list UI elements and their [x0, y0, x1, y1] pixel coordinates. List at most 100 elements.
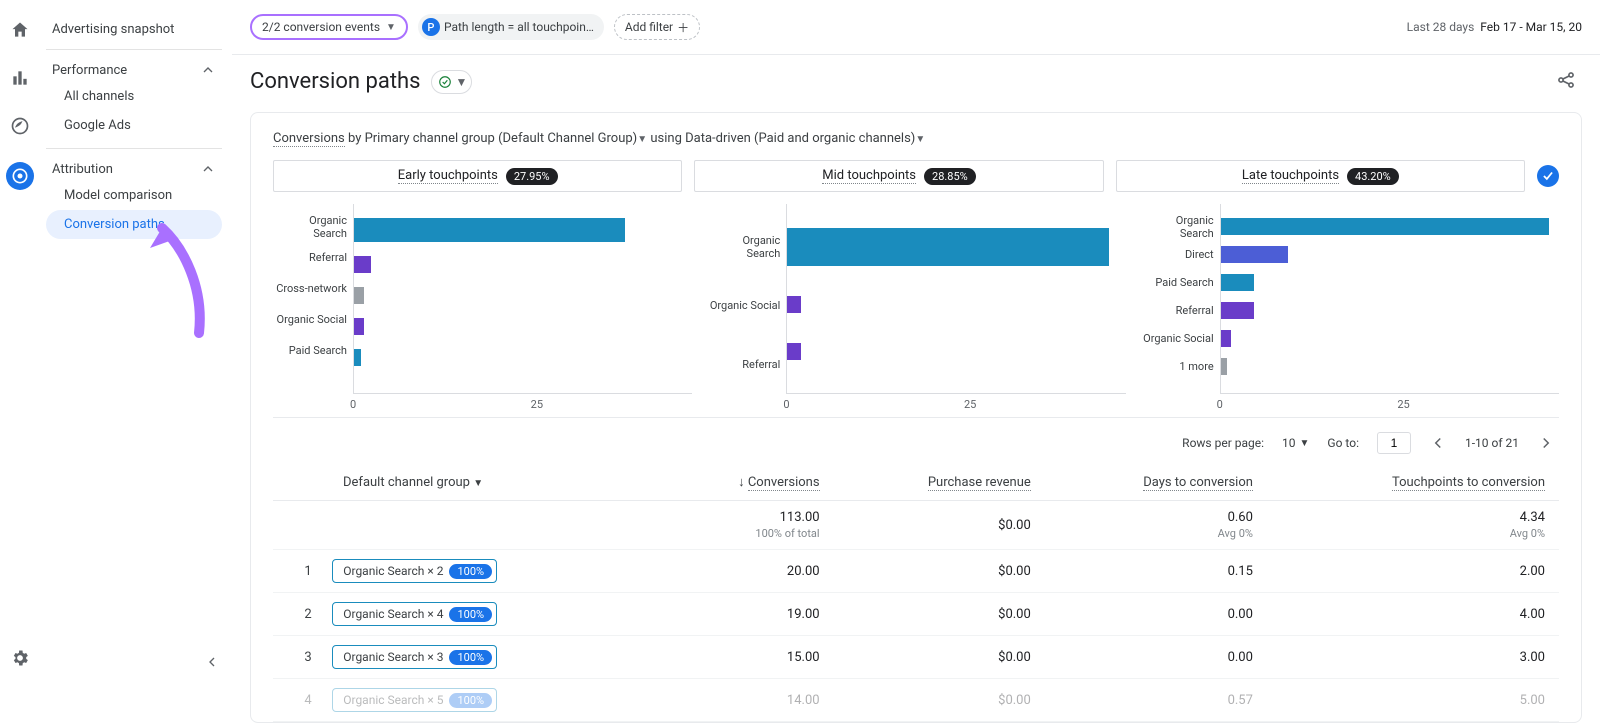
chart-bar [787, 296, 801, 313]
chart-label: Organic Search [1140, 218, 1220, 235]
chart-label: Organic Search [706, 238, 786, 255]
advertising-icon[interactable] [6, 162, 34, 190]
touchpoints-confirm-icon[interactable] [1537, 165, 1559, 187]
conversions-metric[interactable]: Conversions [273, 131, 345, 147]
chart-bar [354, 349, 361, 366]
sidebar-item-all-channels[interactable]: All channels [46, 82, 222, 111]
chart-label: Paid Search [1140, 274, 1220, 291]
mid-touchpoints-tile[interactable]: Mid touchpoints28.85% [694, 160, 1103, 192]
table-row[interactable]: 3 Organic Search × 3100% 15.00$0.000.003… [273, 636, 1559, 679]
chart-bar [1221, 246, 1289, 263]
bar-chart-icon[interactable] [8, 66, 32, 90]
chart-bar [787, 343, 801, 360]
chart-label: Organic Social [273, 311, 353, 328]
sort-arrow-icon: ↓ [738, 475, 745, 490]
pager-row: Rows per page: 10▼ Go to: 1-10 of 21 [273, 417, 1559, 464]
chart-label: Referral [706, 356, 786, 373]
sidebar-item-model-comparison[interactable]: Model comparison [46, 181, 222, 210]
chart-bar [354, 318, 364, 335]
add-filter-button[interactable]: Add filter ＋ [614, 14, 700, 40]
chevron-down-icon: ▼ [1300, 438, 1310, 449]
chevron-up-icon [200, 161, 216, 177]
path-chip: Organic Search × 2100% [332, 559, 497, 583]
chevron-down-icon[interactable]: ▼ [915, 134, 925, 145]
chart-bar [354, 287, 364, 304]
table-row[interactable]: 1 Organic Search × 2100% 20.00$0.000.152… [273, 550, 1559, 593]
date-range[interactable]: Last 28 daysFeb 17 - Mar 15, 20 [1407, 20, 1582, 34]
chart-bar [1221, 274, 1255, 291]
sidebar-section-performance[interactable]: Performance [46, 58, 222, 82]
chart-label: 1 more [1140, 358, 1220, 375]
table-summary-row: 113.00100% of total $0.00 0.60Avg 0% 4.3… [273, 501, 1559, 550]
plus-icon: ＋ [677, 19, 689, 36]
page-title: Conversion paths [250, 69, 421, 94]
chart-bar [1221, 358, 1228, 375]
chart-bar [787, 228, 1108, 266]
chart-bar [354, 256, 371, 273]
next-page-button[interactable] [1537, 434, 1555, 452]
prev-page-button[interactable] [1429, 434, 1447, 452]
chevron-down-icon[interactable]: ▼ [637, 134, 647, 145]
col-touchpoints[interactable]: Touchpoints to conversion [1267, 464, 1559, 501]
chart-label: Cross-network [273, 280, 353, 297]
sidebar: Advertising snapshot Performance All cha… [40, 0, 232, 694]
early-touchpoints-tile[interactable]: Early touchpoints27.95% [273, 160, 682, 192]
chart-bar [1221, 218, 1549, 235]
sidebar-section-attribution[interactable]: Attribution [46, 157, 222, 181]
chart-mid: Organic Search Organic Social Referral 0… [706, 204, 1125, 411]
share-icon[interactable] [1556, 70, 1576, 94]
sidebar-item-advertising-snapshot[interactable]: Advertising snapshot [46, 18, 222, 41]
table-row[interactable]: 2 Organic Search × 4100% 19.00$0.000.004… [273, 593, 1559, 636]
path-length-filter[interactable]: P Path length = all touchpoin… [418, 14, 604, 40]
charts-row: Organic Search Referral Cross-network Or… [273, 204, 1559, 411]
path-chip: Organic Search × 5100% [332, 688, 497, 712]
collapse-sidebar-button[interactable] [204, 654, 220, 674]
sidebar-item-conversion-paths[interactable]: Conversion paths [46, 210, 222, 239]
col-revenue[interactable]: Purchase revenue [834, 464, 1045, 501]
status-pill[interactable]: ▼ [431, 70, 473, 94]
page-range: 1-10 of 21 [1465, 436, 1519, 450]
path-chip: Organic Search × 3100% [332, 645, 497, 669]
home-icon[interactable] [8, 18, 32, 42]
late-touchpoints-tile[interactable]: Late touchpoints43.20% [1116, 160, 1525, 192]
col-channel-group[interactable]: Default channel group ▼ [273, 464, 657, 501]
chart-label: Organic Social [706, 297, 786, 314]
chart-label: Referral [273, 249, 353, 266]
chevron-down-icon: ▼ [386, 22, 396, 33]
chevron-down-icon: ▼ [473, 478, 483, 489]
check-circle-icon [438, 75, 452, 89]
content-card: Conversions by Primary channel group (De… [250, 112, 1582, 723]
context-line: Conversions by Primary channel group (De… [273, 131, 1559, 146]
col-conversions[interactable]: ↓ Conversions [657, 464, 834, 501]
chart-label: Organic Search [273, 218, 353, 235]
chart-label: Referral [1140, 302, 1220, 319]
rows-per-page-label: Rows per page: [1182, 436, 1264, 450]
chevron-down-icon: ▼ [456, 75, 468, 89]
chart-label: Paid Search [273, 342, 353, 359]
chart-bar [1221, 302, 1255, 319]
icon-rail [0, 0, 40, 694]
chart-bar [1221, 330, 1231, 347]
chart-bar [354, 218, 625, 242]
path-chip: Organic Search × 4100% [332, 602, 497, 626]
main: 2/2 conversion events▼ P Path length = a… [232, 0, 1600, 694]
conversion-events-filter[interactable]: 2/2 conversion events▼ [250, 14, 408, 40]
sidebar-item-google-ads[interactable]: Google Ads [46, 111, 222, 140]
col-days[interactable]: Days to conversion [1045, 464, 1267, 501]
touchpoint-tiles: Early touchpoints27.95% Mid touchpoints2… [273, 160, 1559, 192]
settings-icon[interactable] [8, 646, 32, 670]
explore-icon[interactable] [8, 114, 32, 138]
chart-label: Direct [1140, 246, 1220, 263]
chart-label: Organic Social [1140, 330, 1220, 347]
chart-late: Organic Search Direct Paid Search Referr… [1140, 204, 1559, 411]
table-row[interactable]: 4 Organic Search × 5100% 14.00$0.000.575… [273, 679, 1559, 722]
goto-input[interactable] [1377, 432, 1411, 454]
chevron-up-icon [200, 62, 216, 78]
rows-per-page-select[interactable]: 10▼ [1282, 436, 1309, 450]
chart-early: Organic Search Referral Cross-network Or… [273, 204, 692, 411]
goto-label: Go to: [1327, 436, 1359, 450]
filter-badge-p: P [422, 18, 440, 36]
conversion-paths-table: Default channel group ▼ ↓ Conversions Pu… [273, 464, 1559, 722]
title-row: Conversion paths ▼ [232, 55, 1600, 100]
filter-bar: 2/2 conversion events▼ P Path length = a… [232, 0, 1600, 55]
